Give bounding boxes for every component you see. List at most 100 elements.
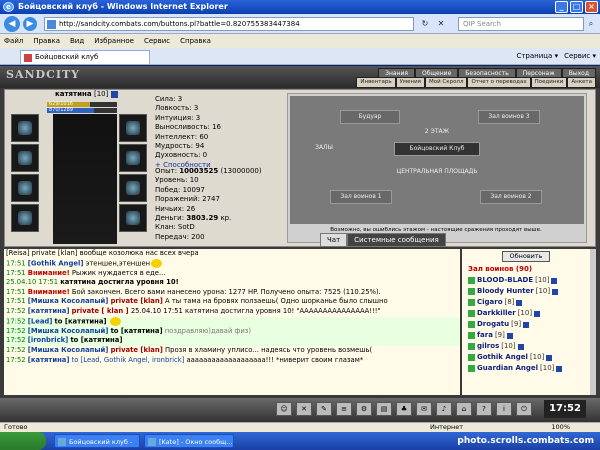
smiles-icon[interactable]: ☺ [276, 402, 292, 416]
search-input[interactable]: QIP Search [458, 17, 584, 31]
warrior-name[interactable]: Drogatu [477, 319, 509, 330]
warrior-row[interactable]: Bloody Hunter [10] [468, 286, 596, 297]
warrior-row[interactable]: gilros [10] [468, 341, 596, 352]
refresh-button[interactable]: Обновить [502, 251, 550, 262]
warrior-name[interactable]: Cigaro [477, 297, 503, 308]
money-line: Деньги: 3803.29 кр. [155, 214, 262, 223]
amulet-slot[interactable] [11, 144, 39, 172]
menu-favorites[interactable]: Избранное [94, 34, 134, 48]
warrior-row[interactable]: Gothik Angel [10] [468, 352, 596, 363]
search-icon[interactable]: ⌕ [584, 17, 598, 31]
status-bar: Готово Интернет 100% [0, 422, 600, 432]
zoom-level[interactable]: 100% [551, 423, 570, 432]
friends-icon[interactable]: ♣ [396, 402, 412, 416]
tab-system-messages[interactable]: Системные сообщения [347, 233, 446, 247]
nav-skills[interactable]: Умения [395, 77, 425, 88]
send-icon[interactable]: ✎ [316, 402, 332, 416]
room-boudoir[interactable]: Будуар [340, 110, 400, 124]
nav-transfers[interactable]: Отчет о переводах [467, 77, 531, 88]
menu-help[interactable]: Справка [180, 34, 211, 48]
warriors-scrollbar[interactable] [590, 249, 596, 395]
task-qip[interactable]: [Kate] - Окно сообщ... [144, 434, 234, 448]
start-button[interactable] [0, 432, 46, 450]
armor-slot[interactable] [11, 204, 39, 232]
chat-warning: Внимание! [27, 268, 70, 277]
chat-nick[interactable]: [ironbrick] [28, 336, 69, 344]
tab-combats[interactable]: Бойцовский клуб [20, 50, 150, 64]
room-warriors-2[interactable]: Зал воинов 2 [480, 190, 542, 204]
menu-view[interactable]: Вид [70, 34, 84, 48]
refresh-icon[interactable]: ↻ [418, 17, 432, 31]
warrior-name[interactable]: gilros [477, 341, 499, 352]
ring-slot[interactable] [119, 144, 147, 172]
earring-slot[interactable] [119, 114, 147, 142]
tab-chat[interactable]: Чат [320, 233, 348, 247]
warrior-row[interactable]: Cigaro [8] [468, 297, 596, 308]
room-warriors-1[interactable]: Зал воинов 1 [330, 190, 392, 204]
chat-nick[interactable]: [Lead] [28, 317, 53, 325]
room-fight-club[interactable]: Бойцовский Клуб [394, 142, 480, 156]
shield-slot[interactable] [119, 204, 147, 232]
warrior-row[interactable]: fara [9] [468, 330, 596, 341]
chat-nick[interactable]: [Gothik Angel] [28, 259, 84, 267]
task-combats[interactable]: Бойцовский клуб - ... [54, 434, 140, 448]
chat-nick[interactable]: [Мишка Косолапый] [28, 297, 109, 305]
back-button[interactable]: ◀ [4, 16, 20, 32]
ie-icon: e [3, 2, 14, 12]
help-icon[interactable]: ? [476, 402, 492, 416]
menu-file[interactable]: Файл [4, 34, 23, 48]
warrior-row[interactable]: Drogatu [9] [468, 319, 596, 330]
warrior-row[interactable]: Darkkiller [10] [468, 308, 596, 319]
warrior-row[interactable]: BLOOD-BLADE [10] [468, 275, 596, 286]
chat-text: поздравляю)давай физ) [164, 326, 252, 335]
nav-profile[interactable]: Анкета [567, 77, 596, 88]
warrior-name[interactable]: fara [477, 330, 493, 341]
chat-nick[interactable]: [Мишка Косолапый] [28, 346, 109, 354]
close-button[interactable]: × [585, 1, 598, 13]
nav-inventory[interactable]: Инвентарь [356, 77, 396, 88]
minimize-button[interactable]: _ [555, 1, 568, 13]
tools-menu[interactable]: Сервис ▾ [564, 50, 596, 63]
warrior-row[interactable]: Guardian Angel [10] [468, 363, 596, 374]
room-warriors-3[interactable]: Зал воинов 3 [478, 110, 540, 124]
chat-line: 25.04.10 17:51 катятина достигла уровня … [6, 278, 460, 288]
warrior-name[interactable]: Bloody Hunter [477, 286, 534, 297]
warrior-name[interactable]: Gothik Angel [477, 352, 528, 363]
room-central-square[interactable]: ЦЕНТРАЛЬНАЯ ПЛОЩАДЬ [394, 166, 480, 190]
stat-intellect: Интеллект: 60 [155, 132, 209, 141]
forward-button[interactable]: ▶ [23, 17, 37, 31]
money-label: Деньги: [155, 214, 185, 223]
stop-icon[interactable]: ✕ [434, 17, 448, 31]
stat-wisdom: Мудрость: 94 [155, 142, 205, 151]
settings-icon[interactable]: ⚙ [356, 402, 372, 416]
nav-battles[interactable]: Поединки [530, 77, 568, 88]
warrior-name[interactable]: Darkkiller [477, 308, 516, 319]
menu-edit[interactable]: Правка [33, 34, 60, 48]
page-menu[interactable]: Страница ▾ [516, 50, 558, 63]
menu-tools[interactable]: Сервис [144, 34, 170, 48]
log-icon[interactable]: ▤ [376, 402, 392, 416]
clear-icon[interactable]: ✕ [296, 402, 312, 416]
warrior-name[interactable]: BLOOD-BLADE [477, 275, 533, 286]
chat-nick[interactable]: [катятина] [28, 307, 70, 315]
map-icon[interactable]: ⌂ [456, 402, 472, 416]
info-icon[interactable]: i [496, 402, 512, 416]
weapon-slot[interactable] [11, 174, 39, 202]
maximize-button[interactable]: □ [570, 1, 583, 13]
chat-nick[interactable]: [катятина] [28, 356, 70, 364]
chat-line: [Reisa] private [klan] вообще козолюка н… [6, 249, 460, 259]
chat-time: 17:51 [6, 287, 26, 296]
quit-icon[interactable]: ⏻ [516, 402, 532, 416]
helmet-slot[interactable] [11, 114, 39, 142]
sound-icon[interactable]: ♪ [436, 402, 452, 416]
filter-icon[interactable]: ≡ [336, 402, 352, 416]
chat-nick[interactable]: [Мишка Косолапый] [28, 327, 109, 335]
nav-scroll[interactable]: Мой Скролл [424, 77, 468, 88]
chat-time: 17:52 [6, 336, 26, 345]
address-input[interactable]: http://sandcity.combats.com/buttons.pl?b… [44, 17, 414, 31]
warrior-name[interactable]: Guardian Angel [477, 363, 538, 374]
mail-icon[interactable]: ✉ [416, 402, 432, 416]
chat-time: 17:52 [6, 307, 26, 316]
chat-line: 17:52 [Lead] to [катятина] [6, 316, 460, 327]
gloves-slot[interactable] [119, 174, 147, 202]
